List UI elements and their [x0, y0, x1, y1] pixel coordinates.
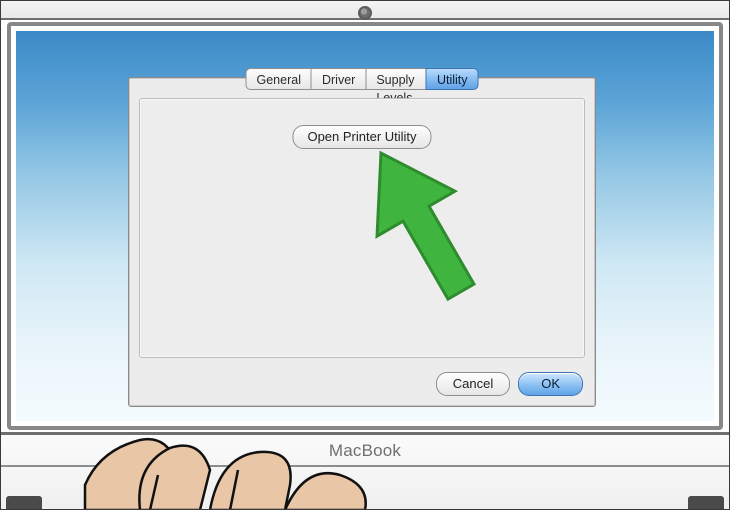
laptop-foot-right: [688, 496, 724, 510]
screenshot-stage: General Driver Supply Levels Utility Ope…: [0, 0, 730, 510]
tab-general[interactable]: General: [246, 68, 312, 90]
deck-edge-line: [0, 465, 730, 467]
ok-button[interactable]: OK: [518, 372, 583, 396]
laptop-foot-left: [6, 496, 42, 510]
tab-driver[interactable]: Driver: [311, 68, 366, 90]
dialog-content-panel: Open Printer Utility: [139, 98, 585, 358]
desktop-background: General Driver Supply Levels Utility Ope…: [16, 31, 714, 421]
printer-options-dialog: General Driver Supply Levels Utility Ope…: [128, 77, 596, 407]
cancel-button[interactable]: Cancel: [436, 372, 510, 396]
dialog-tabs: General Driver Supply Levels Utility: [246, 68, 479, 90]
open-printer-utility-button[interactable]: Open Printer Utility: [292, 125, 431, 149]
laptop-screen-bezel: General Driver Supply Levels Utility Ope…: [7, 22, 723, 430]
tab-supply-levels[interactable]: Supply Levels: [365, 68, 427, 90]
dialog-footer: Cancel OK: [436, 372, 583, 396]
laptop-lid-top: [0, 0, 730, 20]
laptop-deck: MacBook: [0, 432, 730, 510]
laptop-brand-label: MacBook: [329, 441, 401, 461]
tab-utility[interactable]: Utility: [426, 68, 479, 90]
webcam-icon: [358, 6, 372, 20]
